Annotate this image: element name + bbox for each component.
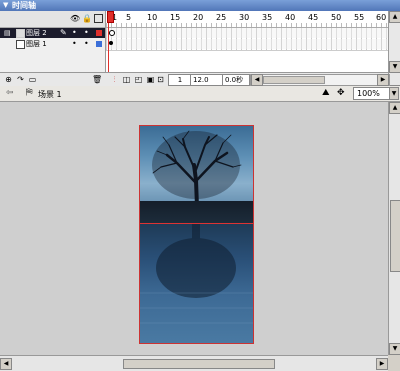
visibility-dot[interactable]: • <box>72 39 77 49</box>
frame-ruler[interactable]: 1 5 10 15 20 25 30 35 40 45 50 55 60 <box>106 11 388 28</box>
layer-boundary-line <box>139 223 254 224</box>
layer-type-icon <box>16 29 25 38</box>
chevron-down-icon[interactable]: ▼ <box>389 87 399 100</box>
frame-number: 35 <box>262 13 273 22</box>
scroll-right-arrow-icon[interactable]: ▶ <box>377 74 389 86</box>
lock-icon[interactable]: 🔒 <box>82 14 92 23</box>
layer-name[interactable]: 图层 1 <box>26 39 47 49</box>
frame-number: 45 <box>308 13 319 22</box>
scene-name[interactable]: 场景 1 <box>38 89 62 100</box>
frame-grid[interactable] <box>106 28 388 51</box>
layer-color-swatch[interactable] <box>96 41 102 47</box>
add-guide-layer-icon[interactable]: ↷ <box>16 75 25 84</box>
scroll-right-arrow-icon[interactable]: ▶ <box>376 358 388 370</box>
frame-number: 20 <box>193 13 204 22</box>
edit-multiple-frames-icon[interactable]: ▣ <box>146 75 155 84</box>
lock-dot[interactable]: • <box>84 39 89 49</box>
playhead-handle[interactable] <box>107 11 114 23</box>
frame-number: 55 <box>354 13 365 22</box>
frame-number: 5 <box>126 13 132 22</box>
panel-title: 时间轴 <box>12 1 36 10</box>
frame-number: 10 <box>147 13 158 22</box>
edit-symbols-icon[interactable]: ✥ <box>337 88 345 98</box>
frame-number: 50 <box>331 13 342 22</box>
scene-icon: ⛿ <box>26 88 33 98</box>
stage-horizontal-scrollbar[interactable]: ◀ ▶ <box>0 355 388 371</box>
layer-row[interactable]: ▤ 图层 2 ✎ • • <box>0 28 105 38</box>
frame-row[interactable] <box>106 28 388 38</box>
scroll-down-arrow-icon[interactable]: ▼ <box>389 61 400 73</box>
tree-reflection <box>139 223 254 324</box>
frame-number: 60 <box>376 13 387 22</box>
elapsed-time-field: 0.0秒 <box>222 74 250 86</box>
timeline-horizontal-scrollbar[interactable]: ◀ ▶ <box>250 74 390 86</box>
eye-icon[interactable]: 👁 <box>70 14 80 23</box>
collapse-triangle-icon[interactable]: ▼ <box>3 1 8 9</box>
scroll-up-arrow-icon[interactable]: ▲ <box>389 102 400 114</box>
onion-outline-icon[interactable]: ◰ <box>134 75 143 84</box>
frame-row[interactable] <box>106 39 388 49</box>
edit-scene-icon[interactable]: ⛰ <box>322 88 330 98</box>
frame-area[interactable]: 1 5 10 15 20 25 30 35 40 45 50 55 60 <box>106 11 388 72</box>
scroll-up-arrow-icon[interactable]: ▲ <box>389 11 400 23</box>
onion-skin-icon[interactable]: ◫ <box>122 75 131 84</box>
stage-image[interactable] <box>139 125 254 344</box>
outline-icon[interactable] <box>94 14 103 23</box>
center-frame-icon[interactable]: ⫶ <box>110 75 119 84</box>
frame-number: 30 <box>239 13 250 22</box>
scroll-down-arrow-icon[interactable]: ▼ <box>389 343 400 355</box>
back-arrow-icon[interactable]: ⇦ <box>6 88 14 98</box>
frame-number: 40 <box>285 13 296 22</box>
layer-list: 👁 🔒 ▤ 图层 2 ✎ • • 图层 1 • • <box>0 11 106 72</box>
layer-row[interactable]: 图层 1 • • <box>0 39 105 49</box>
pencil-icon: ✎ <box>60 28 67 37</box>
timeline-panel: 👁 🔒 ▤ 图层 2 ✎ • • 图层 1 • • 1 5 10 15 20 2… <box>0 11 400 94</box>
layer-name[interactable]: 图层 2 <box>26 28 47 38</box>
playhead[interactable] <box>107 11 114 72</box>
stage-vertical-scrollbar[interactable]: ▲ ▼ <box>388 102 400 355</box>
scroll-thumb[interactable] <box>390 200 400 272</box>
onion-markers-icon[interactable]: ⊡ <box>156 75 165 84</box>
scroll-left-arrow-icon[interactable]: ◀ <box>251 74 263 86</box>
stage-area[interactable] <box>0 102 388 355</box>
lock-dot[interactable]: • <box>84 28 89 38</box>
scroll-thumb[interactable] <box>263 76 325 84</box>
delete-layer-icon[interactable]: 🗑 <box>92 75 102 84</box>
scroll-left-arrow-icon[interactable]: ◀ <box>0 358 12 370</box>
add-folder-icon[interactable]: ▭ <box>28 75 37 84</box>
edit-bar: ⇦ ⛿ 场景 1 ⛰ ✥ 100% ▼ <box>0 86 400 102</box>
current-frame-field: 1 <box>168 74 192 86</box>
layer-page-icon: ▤ <box>4 29 11 37</box>
scrollbar-corner <box>388 355 400 370</box>
visibility-dot[interactable]: • <box>72 28 77 38</box>
shoreline <box>139 201 254 223</box>
keyframe-marker[interactable] <box>109 41 113 45</box>
timeline-status-bar: ⊕ ↷ ▭ 🗑 ⫶ ◫ ◰ ▣ ⊡ 1 12.0 fps 0.0秒 ◀ ▶ <box>0 72 390 94</box>
frame-number: 15 <box>170 13 181 22</box>
add-layer-icon[interactable]: ⊕ <box>4 75 13 84</box>
layer-header: 👁 🔒 <box>0 11 105 28</box>
layer-color-swatch[interactable] <box>96 30 102 36</box>
frame-rate-field[interactable]: 12.0 fps <box>190 74 224 94</box>
scroll-thumb[interactable] <box>123 359 275 369</box>
zoom-select[interactable]: 100% <box>353 87 394 100</box>
timeline-title-bar[interactable]: ▼ 时间轴 <box>0 0 400 11</box>
keyframe-marker[interactable] <box>109 30 115 36</box>
layer-type-icon <box>16 40 25 49</box>
frame-number: 25 <box>216 13 227 22</box>
